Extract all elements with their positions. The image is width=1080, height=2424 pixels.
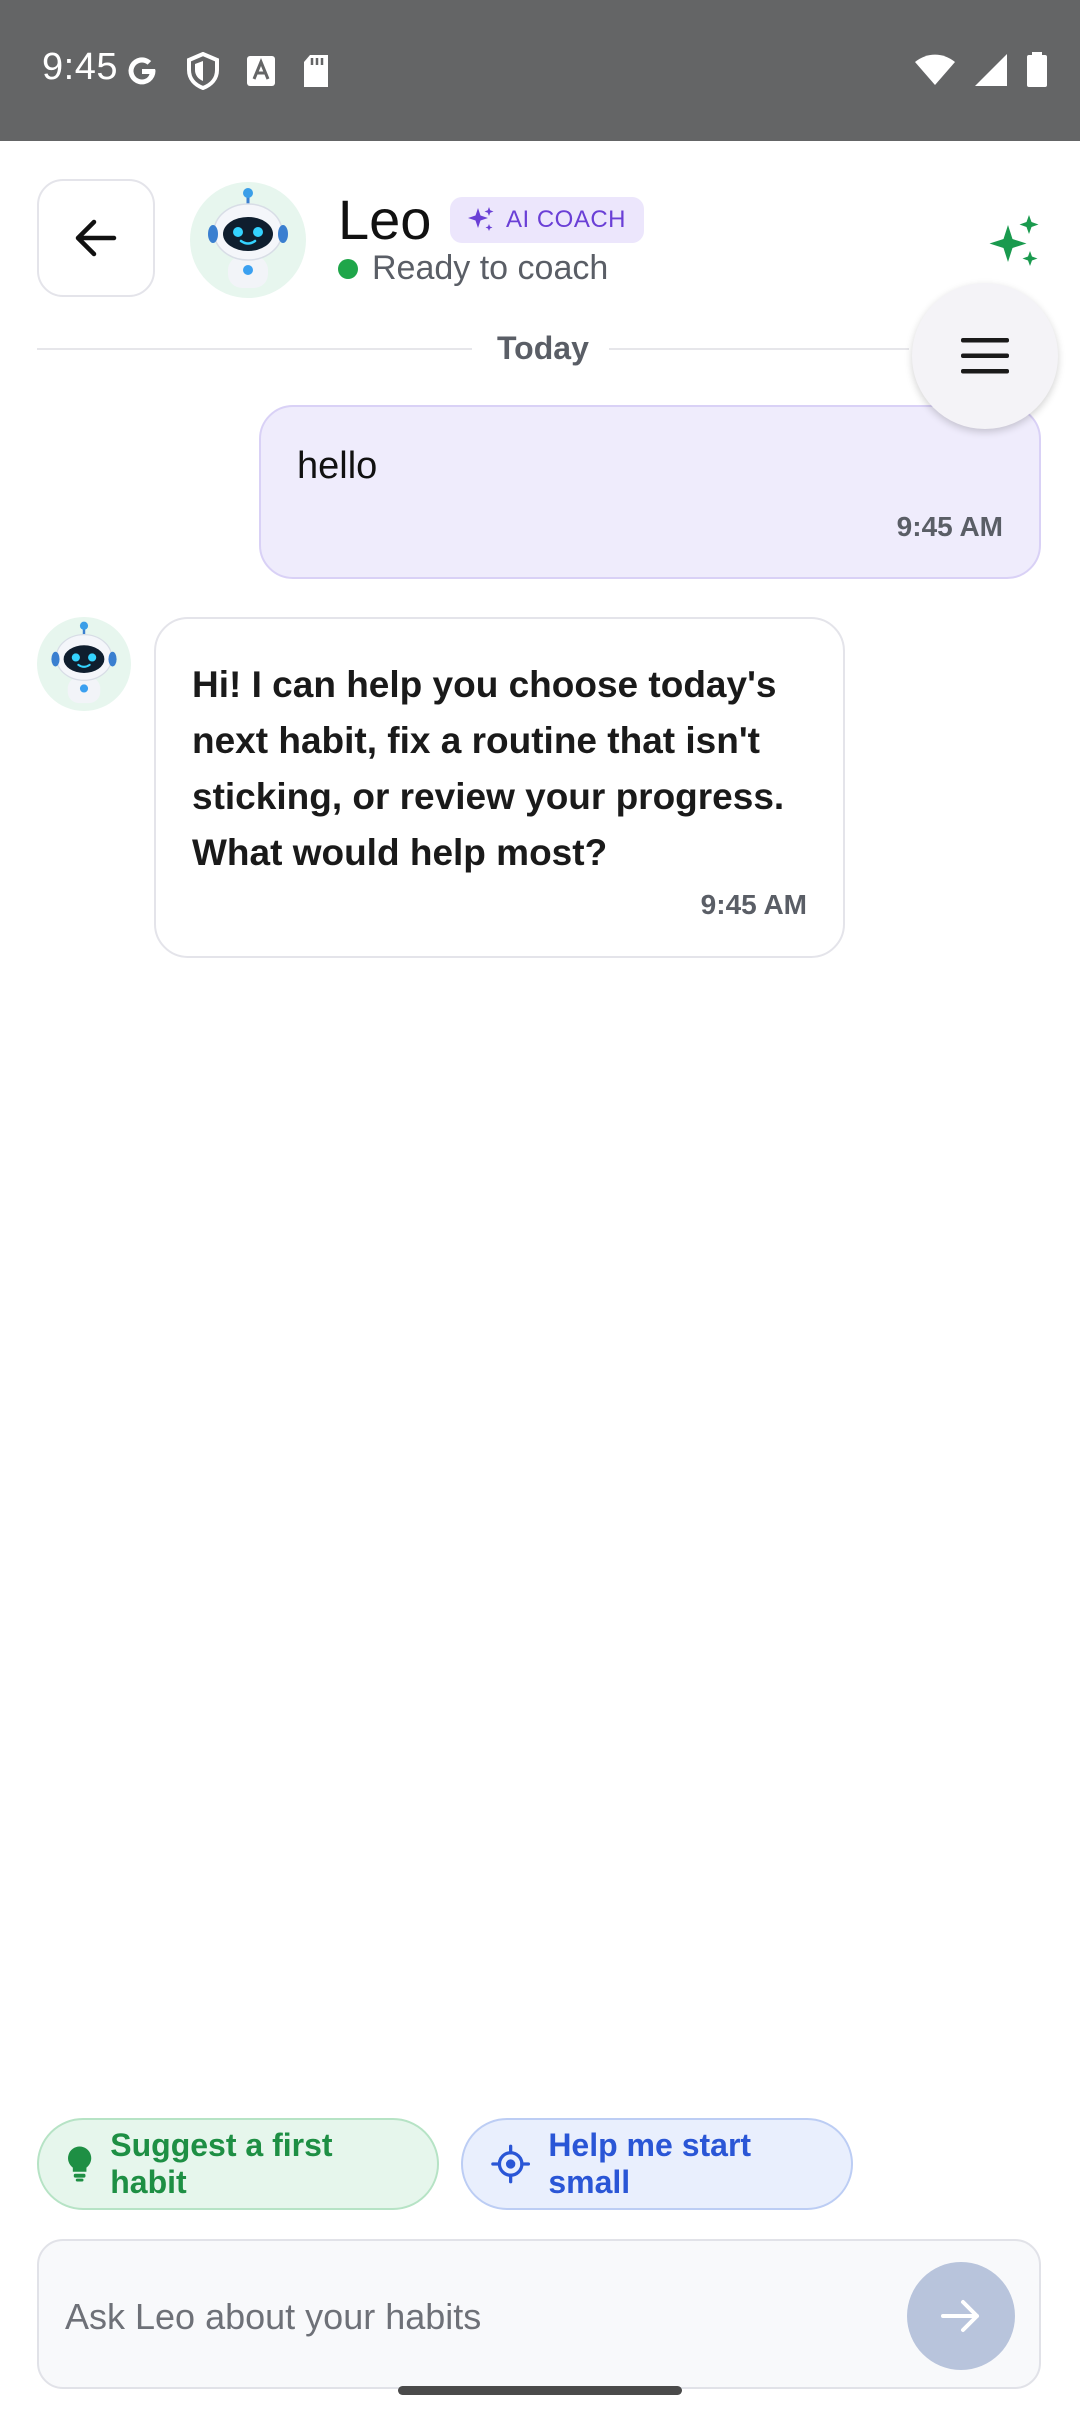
status-icons-right xyxy=(914,52,1048,88)
sparkle-button[interactable] xyxy=(982,211,1044,273)
divider-line xyxy=(609,348,909,350)
robot-icon xyxy=(208,188,288,288)
hamburger-menu-icon xyxy=(961,338,1009,374)
online-indicator xyxy=(338,258,358,279)
coach-avatar xyxy=(190,182,306,298)
user-message-time: 9:45 AM xyxy=(896,511,1003,542)
signal-icon xyxy=(975,54,1007,86)
help-start-small-chip[interactable]: Help me start small xyxy=(461,2118,853,2210)
coach-status-text: Ready to coach xyxy=(372,249,609,287)
sparkles-icon xyxy=(989,215,1039,266)
coach-name: Leo xyxy=(338,188,432,251)
user-message-text: hello xyxy=(297,445,378,487)
coach-message-time: 9:45 AM xyxy=(700,889,807,920)
sparkle-icon xyxy=(468,207,494,231)
message-composer xyxy=(37,2239,1041,2389)
ai-coach-badge-label: AI COACH xyxy=(506,206,627,233)
arrow-left-icon xyxy=(75,219,117,257)
battery-icon xyxy=(1027,52,1047,87)
status-bar: 9:45 xyxy=(0,0,1080,141)
wifi-icon xyxy=(915,54,955,85)
date-divider: Today xyxy=(37,324,1043,374)
coach-message-text: Hi! I can help you choose today's next h… xyxy=(192,664,785,873)
coach-message-bubble: Hi! I can help you choose today's next h… xyxy=(154,617,845,958)
home-indicator[interactable] xyxy=(398,2386,682,2395)
suggest-first-habit-chip[interactable]: Suggest a first habit xyxy=(37,2118,439,2210)
google-icon xyxy=(128,57,156,85)
send-button[interactable] xyxy=(907,2262,1015,2370)
status-icons-left xyxy=(124,52,330,90)
menu-button[interactable] xyxy=(912,283,1058,429)
help-start-small-label: Help me start small xyxy=(548,2127,752,2200)
sd-card-icon xyxy=(304,55,328,87)
user-message-bubble: hello 9:45 AM xyxy=(259,405,1041,579)
back-button[interactable] xyxy=(37,179,155,297)
suggest-first-habit-label: Suggest a first habit xyxy=(110,2127,333,2200)
message-input[interactable] xyxy=(63,2281,887,2353)
target-icon xyxy=(491,2144,531,2184)
date-divider-label: Today xyxy=(497,330,589,366)
lightbulb-icon xyxy=(68,2146,92,2182)
shield-icon xyxy=(187,52,219,90)
ai-coach-badge: AI COACH xyxy=(450,197,645,243)
robot-icon xyxy=(51,621,117,704)
divider-line xyxy=(37,348,472,350)
status-time: 9:45 xyxy=(42,46,118,88)
coach-status: Ready to coach xyxy=(338,249,608,288)
coach-message-avatar xyxy=(37,617,131,711)
font-icon xyxy=(247,56,275,86)
arrow-right-icon xyxy=(941,2300,979,2332)
